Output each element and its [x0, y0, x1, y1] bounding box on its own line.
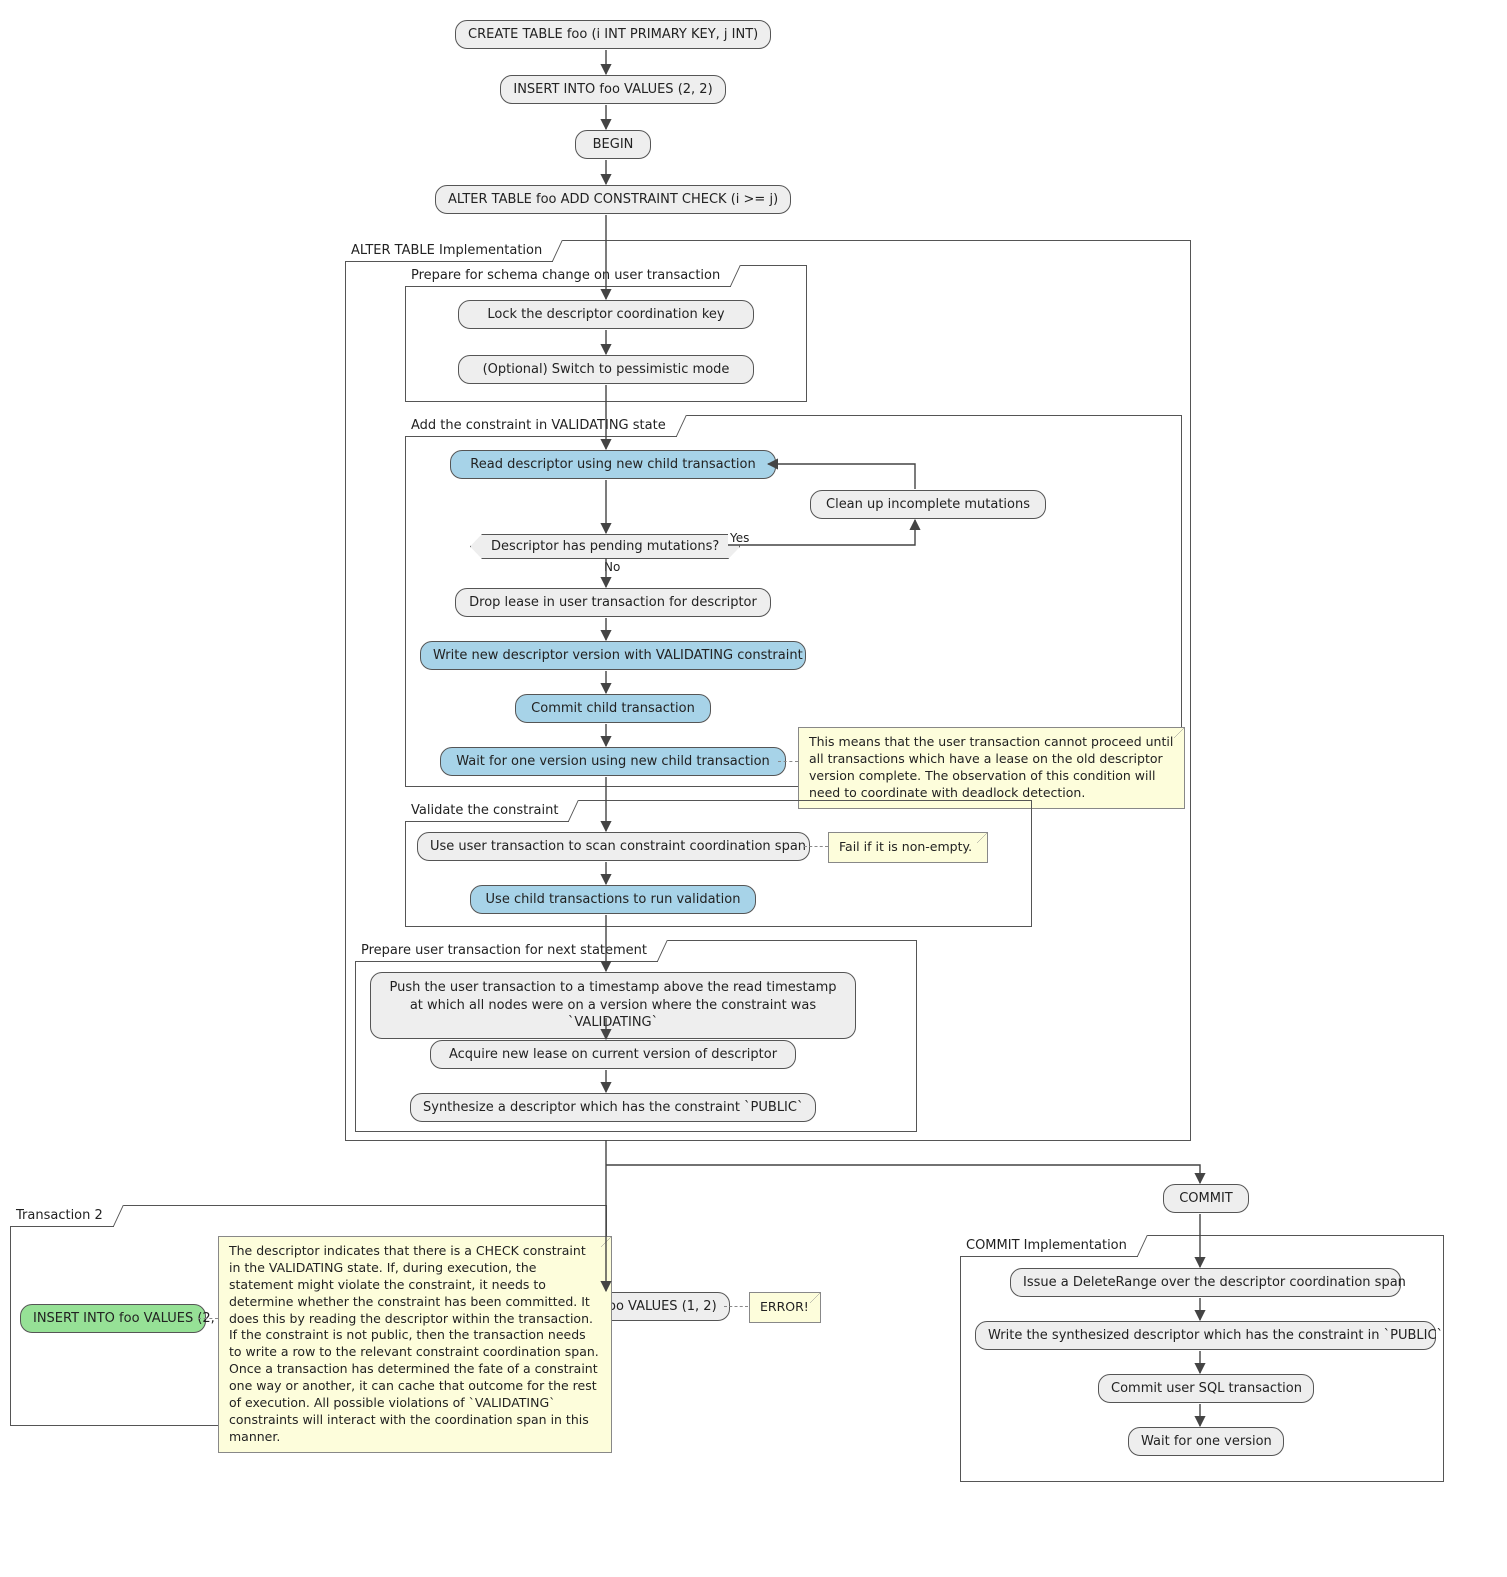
group-add-title: Add the constraint in VALIDATING state — [405, 415, 677, 437]
node-write-validating: Write new descriptor version with VALIDA… — [420, 641, 806, 670]
group-tx2-title: Transaction 2 — [10, 1205, 114, 1227]
node-commit-user: Commit user SQL transaction — [1098, 1374, 1314, 1403]
node-begin: BEGIN — [575, 130, 651, 159]
dash-tx2 — [198, 1318, 218, 1319]
node-lock-descriptor: Lock the descriptor coordination key — [458, 300, 754, 329]
node-insert-22: INSERT INTO foo VALUES (2, 2) — [500, 75, 726, 104]
node-synthesize-public: Synthesize a descriptor which has the co… — [410, 1093, 816, 1122]
node-cleanup: Clean up incomplete mutations — [810, 490, 1046, 519]
node-insert-23: INSERT INTO foo VALUES (2, 3) — [20, 1304, 206, 1333]
group-prepare-title: Prepare for schema change on user transa… — [405, 265, 731, 287]
node-push-timestamp: Push the user transaction to a timestamp… — [370, 972, 856, 1039]
node-read-descriptor: Read descriptor using new child transact… — [450, 450, 776, 479]
dash-wait — [778, 761, 798, 762]
flowchart: CREATE TABLE foo (i INT PRIMARY KEY, j I… — [10, 10, 1497, 1567]
note-fail-nonempty: Fail if it is non-empty. — [828, 832, 988, 863]
node-commit: COMMIT — [1163, 1184, 1249, 1213]
label-yes: Yes — [728, 531, 751, 545]
node-delete-range: Issue a DeleteRange over the descriptor … — [1010, 1268, 1401, 1297]
node-commit-child: Commit child transaction — [515, 694, 711, 723]
group-alter-title: ALTER TABLE Implementation — [345, 240, 553, 262]
dash-error — [724, 1306, 748, 1307]
node-drop-lease: Drop lease in user transaction for descr… — [455, 588, 771, 617]
node-scan-span: Use user transaction to scan constraint … — [417, 832, 810, 861]
note-wait-version: This means that the user transaction can… — [798, 727, 1185, 809]
node-alter-table: ALTER TABLE foo ADD CONSTRAINT CHECK (i … — [435, 185, 791, 214]
dash-fail — [804, 846, 828, 847]
group-next-title: Prepare user transaction for next statem… — [355, 940, 658, 962]
node-pessimistic: (Optional) Switch to pessimistic mode — [458, 355, 754, 384]
note-error: ERROR! — [749, 1292, 821, 1323]
group-commit-impl-title: COMMIT Implementation — [960, 1235, 1138, 1257]
node-acquire-lease: Acquire new lease on current version of … — [430, 1040, 796, 1069]
label-no: No — [602, 560, 622, 574]
decision-pending-mutations: Descriptor has pending mutations? — [470, 534, 740, 559]
note-tx2: The descriptor indicates that there is a… — [218, 1236, 612, 1453]
node-child-validate: Use child transactions to run validation — [470, 885, 756, 914]
node-wait-version: Wait for one version using new child tra… — [440, 747, 786, 776]
node-create-table: CREATE TABLE foo (i INT PRIMARY KEY, j I… — [455, 20, 771, 49]
node-wait-version-2: Wait for one version — [1128, 1427, 1284, 1456]
node-write-public: Write the synthesized descriptor which h… — [975, 1321, 1436, 1350]
group-validate-title: Validate the constraint — [405, 800, 569, 822]
